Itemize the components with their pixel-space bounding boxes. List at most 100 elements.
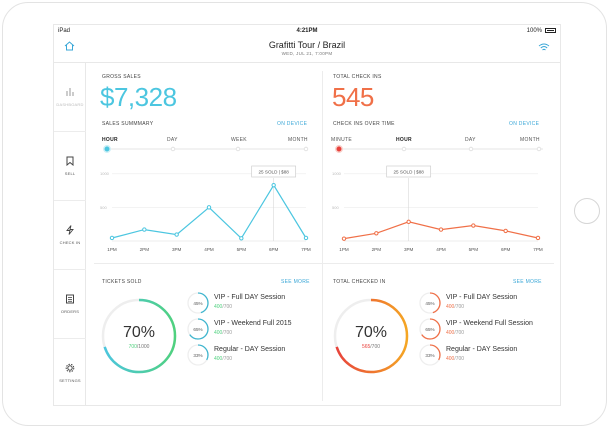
x-tick-label: 7PM [301,247,311,252]
session-progress-ring: 33% [419,344,441,366]
y-tick-label: 500 [100,205,107,210]
session-progress-ring: 65% [419,318,441,340]
data-point[interactable] [174,232,179,237]
wifi-icon[interactable] [538,43,550,52]
session-name: VIP - Full DAY Session [214,294,286,301]
session-quantity: 400/700 [214,356,232,362]
y-tick-label: 1000 [100,171,110,176]
sales-on-device-link[interactable]: ON DEVICE [277,121,307,127]
slider-stop [170,146,176,152]
sales-tab-day[interactable]: DAY [167,137,178,143]
total-check-ins-value: 545 [332,82,374,112]
data-point[interactable] [535,235,541,241]
session-quantity: 400/700 [446,330,464,336]
sidebar-item-label: CHECK IN [59,240,81,245]
total-check-ins-label: TOTAL CHECK INS [333,74,382,80]
session-percent: 45% [193,301,202,306]
checked-see-more-link[interactable]: SEE MORE [513,279,542,285]
session-percent: 65% [193,327,202,332]
session-quantity: 400/700 [214,330,232,336]
data-point[interactable] [142,227,147,232]
tickets-donut-sold: 700 [128,344,137,350]
x-tick-label: 7PM [533,247,543,252]
bookmark-icon [66,156,74,166]
home-button[interactable] [574,198,600,224]
checkins-tab-hour[interactable]: HOUR [396,137,412,143]
checkins-on-device-link[interactable]: ON DEVICE [509,121,539,127]
slider-handle[interactable] [335,145,343,153]
session-percent: 45% [425,301,434,306]
checkins-tab-minute[interactable]: MINUTE [331,137,352,143]
data-point[interactable] [406,219,411,225]
slider-stop [536,146,542,152]
sidebar-item-settings[interactable]: SETTINGS [54,339,86,405]
slider-handle[interactable] [103,145,111,153]
tickets-donut: 70% 700/1000 [100,297,178,375]
session-percent: 65% [425,327,434,332]
checked-donut: 70% 565/700 [332,297,410,375]
session-total: /700 [454,304,465,310]
data-point[interactable] [374,231,379,236]
session-progress-ring: 33% [187,344,209,366]
x-tick-label: 5PM [237,247,247,252]
gear-icon [65,363,75,373]
sales-timescale-slider[interactable] [102,144,312,154]
sidebar-item-label: SELL [64,171,76,176]
session-name: VIP - Full DAY Session [446,294,518,301]
column-divider [322,71,323,401]
battery-percent: 100% [526,28,542,34]
x-tick-label: 1PM [107,247,117,252]
session-total: /700 [222,304,233,310]
sidebar-item-sell[interactable]: SELL [54,132,86,201]
checkins-tab-month[interactable]: MONTH [520,137,540,143]
session-percent: 33% [425,353,434,358]
app-header: Grafitti Tour / Brazil WED, JUL 21, 7:00… [54,37,560,63]
sidebar-item-label: ORDERS [60,309,80,314]
session-name: VIP - Weekend Full 2015 [214,320,292,327]
tickets-donut-total: /1000 [136,344,150,350]
x-tick-label: 2PM [140,247,150,252]
sales-tab-hour[interactable]: HOUR [102,137,118,143]
session-total: /700 [454,356,465,362]
session-quantity: 400/700 [446,356,464,362]
slider-stop [303,146,309,152]
checkins-timescale-slider[interactable] [333,144,547,154]
sales-tab-month[interactable]: MONTH [288,137,308,143]
tooltip-text: 25 SOLD | $88 [259,169,290,174]
x-tick-label: 4PM [436,247,446,252]
slider-stop [401,146,407,152]
data-point[interactable] [271,182,276,188]
tickets-see-more-link[interactable]: SEE MORE [281,279,310,285]
x-tick-label: 5PM [469,247,479,252]
checked-donut-count: 565/700 [332,344,410,350]
session-progress-ring: 45% [187,292,209,314]
sidebar-item-orders[interactable]: ORDERS [54,270,86,339]
data-point[interactable] [341,236,347,241]
x-tick-label: 6PM [501,247,511,252]
checkins-line-chart: 1000 500 25 SOLD | $88 1PM 2PM 3PM 4PM 5PM 6PM 7P… [332,165,543,252]
y-tick-label: 500 [332,205,339,210]
checkins-tab-day[interactable]: DAY [465,137,476,143]
sales-tab-week[interactable]: WEEK [231,137,247,143]
slider-stop [468,146,474,152]
data-point[interactable] [206,205,212,210]
session-name: Regular - DAY Session [214,346,286,353]
tickets-donut-percent: 70% [122,324,156,341]
x-tick-label: 1PM [339,247,349,252]
data-point[interactable] [109,235,115,241]
event-date: WED, JUL 21, 7:00PM [281,51,333,56]
sidebar-item-dashboard[interactable]: DASHBOARD [54,63,86,132]
checked-donut-total: /700 [370,344,381,350]
data-point[interactable] [471,223,476,228]
tickets-donut-count: 700/1000 [100,344,178,350]
x-tick-label: 3PM [172,247,182,252]
data-point[interactable] [438,227,444,232]
data-point[interactable] [303,235,309,241]
y-tick-label: 1000 [332,171,342,176]
session-name: Regular - DAY Session [446,346,518,353]
slider-stop [235,146,241,152]
data-point[interactable] [503,228,508,234]
data-point[interactable] [239,236,244,241]
gross-sales-value: $7,328 [100,82,177,112]
sidebar-item-check-in[interactable]: CHECK IN [54,201,86,270]
